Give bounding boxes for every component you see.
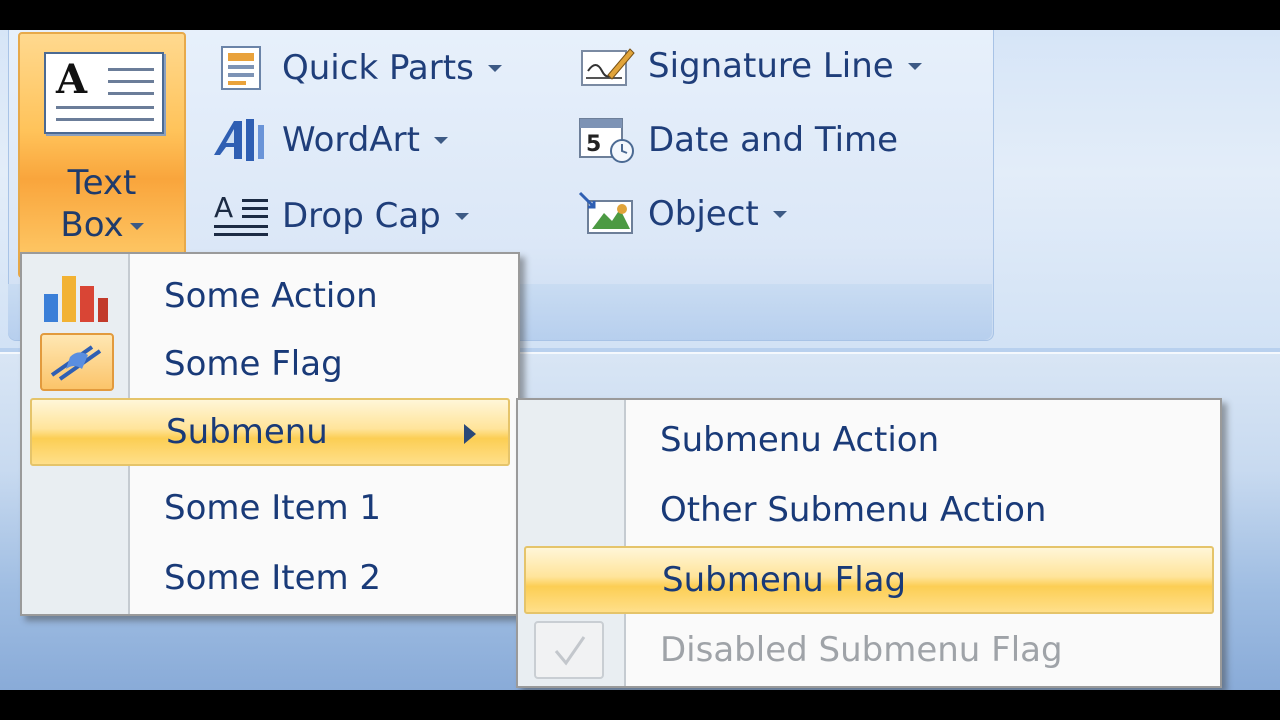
submenu-item-disabled-flag: Disabled Submenu Flag — [518, 616, 1220, 684]
checkmark-icon — [534, 621, 604, 679]
submenu-item-action[interactable]: Submenu Action — [518, 406, 1220, 474]
svg-text:5: 5 — [586, 132, 601, 157]
flag-icon — [40, 333, 114, 391]
signature-line-button[interactable]: Signature Line — [578, 36, 922, 96]
calendar-clock-icon: 5 — [578, 115, 636, 165]
chevron-down-icon — [129, 223, 144, 230]
submenu: Submenu Action Other Submenu Action Subm… — [516, 398, 1222, 688]
submenu-item-other-action[interactable]: Other Submenu Action — [518, 476, 1220, 544]
menu-item-some-action[interactable]: Some Action — [22, 262, 518, 330]
chevron-right-icon — [464, 424, 476, 444]
submenu-item-label: Submenu Action — [660, 420, 940, 460]
menu-item-label: Some Action — [164, 276, 378, 316]
wordart-icon — [212, 115, 270, 165]
drop-cap-icon: A — [212, 191, 270, 241]
wordart-button[interactable]: WordArt — [212, 110, 448, 170]
menu-item-some-flag[interactable]: Some Flag — [22, 330, 518, 398]
menu-item-submenu[interactable]: Submenu — [30, 398, 510, 466]
menu-item-label: Some Item 1 — [164, 488, 382, 528]
signature-line-label: Signature Line — [648, 46, 894, 86]
quick-parts-label: Quick Parts — [282, 48, 474, 88]
object-button[interactable]: Object — [578, 184, 787, 244]
menu-item-label: Some Item 2 — [164, 558, 382, 598]
bar-chart-icon — [40, 268, 112, 333]
chevron-down-icon — [487, 64, 502, 72]
text-box-button[interactable]: A Text Box — [18, 32, 186, 278]
submenu-item-label: Disabled Submenu Flag — [660, 630, 1063, 670]
quick-parts-icon — [212, 43, 270, 93]
chevron-down-icon — [907, 62, 922, 70]
object-icon — [578, 189, 636, 239]
object-label: Object — [648, 194, 759, 234]
context-menu: Some Action Some Flag Submenu Some Item … — [20, 252, 520, 616]
chevron-down-icon — [433, 136, 448, 144]
text-box-label: Text Box — [20, 162, 184, 246]
word-window: t A Text Box Quick Parts — [0, 30, 1280, 690]
drop-cap-label: Drop Cap — [282, 196, 441, 236]
text-box-icon: A — [44, 52, 164, 134]
date-time-button[interactable]: 5 Date and Time — [578, 110, 898, 170]
menu-item-some-item-1[interactable]: Some Item 1 — [22, 474, 518, 542]
menu-item-label: Some Flag — [164, 344, 343, 384]
submenu-item-flag[interactable]: Submenu Flag — [524, 546, 1214, 614]
text-box-label-line2: Box — [60, 205, 124, 245]
chevron-down-icon — [772, 210, 787, 218]
quick-parts-button[interactable]: Quick Parts — [212, 38, 502, 98]
submenu-item-label: Submenu Flag — [662, 560, 907, 600]
chevron-down-icon — [454, 212, 469, 220]
menu-item-label: Submenu — [166, 412, 328, 452]
signature-pen-icon — [578, 41, 636, 91]
svg-text:A: A — [214, 191, 233, 224]
menu-item-some-item-2[interactable]: Some Item 2 — [22, 544, 518, 612]
date-time-label: Date and Time — [648, 120, 899, 160]
text-box-label-line1: Text — [67, 163, 137, 203]
wordart-label: WordArt — [282, 120, 420, 160]
submenu-item-label: Other Submenu Action — [660, 490, 1047, 530]
drop-cap-button[interactable]: A Drop Cap — [212, 186, 469, 246]
